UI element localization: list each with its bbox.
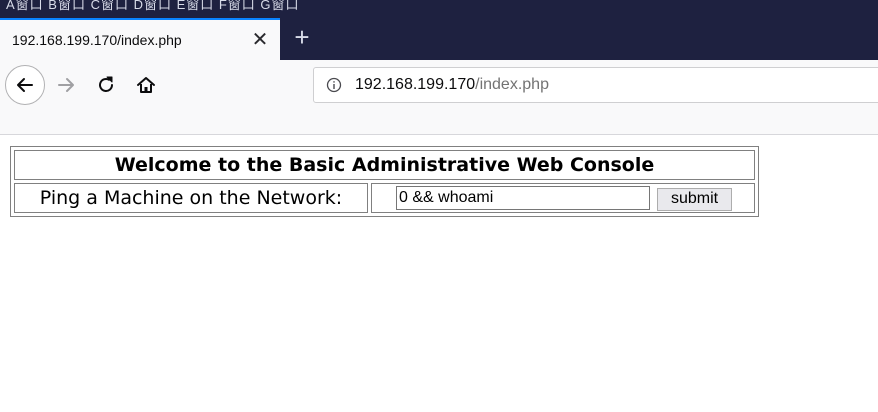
reload-button[interactable] [86, 65, 126, 105]
toolbar-separator [0, 110, 878, 135]
page-title: Welcome to the Basic Administrative Web … [14, 150, 755, 180]
navigation-toolbar: 192.168.199.170/index.php [0, 60, 878, 110]
home-button[interactable] [126, 65, 166, 105]
back-button[interactable] [5, 65, 45, 105]
browser-tab-active[interactable]: 192.168.199.170/index.php ✕ [0, 18, 280, 60]
tab-strip: 192.168.199.170/index.php ✕ + [0, 18, 878, 60]
url-host: 192.168.199.170 [355, 76, 476, 93]
ping-input[interactable]: 0 && whoami [396, 186, 650, 210]
home-icon [137, 77, 155, 93]
address-bar[interactable]: 192.168.199.170/index.php [313, 67, 878, 103]
console-table: Welcome to the Basic Administrative Web … [10, 146, 759, 217]
submit-button[interactable]: submit [657, 188, 732, 211]
forward-arrow-icon [58, 78, 74, 92]
reload-icon [99, 76, 113, 92]
info-icon[interactable] [326, 77, 342, 93]
url-path: /index.php [475, 76, 549, 93]
page-content: Welcome to the Basic Administrative Web … [0, 135, 878, 412]
back-arrow-icon [17, 78, 33, 92]
ping-label: Ping a Machine on the Network: [14, 183, 368, 213]
close-tab-icon[interactable]: ✕ [248, 26, 272, 54]
url-text: 192.168.199.170/index.php [355, 76, 549, 94]
forward-button[interactable] [46, 65, 86, 105]
window-title-bar: A窗口 B窗口 C窗口 D窗口 E窗口 F窗口 G窗口 [0, 0, 878, 18]
menu-text-fragment: A窗口 B窗口 C窗口 D窗口 E窗口 F窗口 G窗口 [6, 0, 300, 12]
new-tab-button[interactable]: + [288, 22, 316, 54]
tab-title: 192.168.199.170/index.php [12, 32, 182, 48]
ping-form: 0 && whoami submit [371, 183, 755, 213]
